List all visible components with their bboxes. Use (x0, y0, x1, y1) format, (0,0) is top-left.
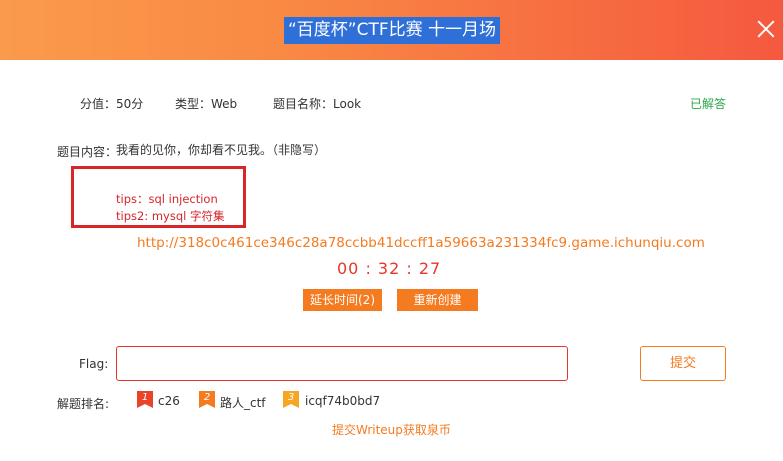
flag-label: Flag: (79, 357, 109, 371)
content-text: 我看的见你，你却看不见我。（非隐写） (116, 143, 327, 157)
rank-1-badge-icon: 1 (137, 391, 153, 408)
flag-input[interactable] (116, 346, 568, 381)
submit-flag-button[interactable]: 提交 (640, 346, 726, 381)
tip-sql-injection: tips：sql injection (116, 192, 218, 206)
tip-mysql-charset: tips2: mysql 字符集 (116, 209, 225, 223)
type-label: 类型：Web (175, 97, 238, 111)
score-label: 分值：50分 (80, 97, 144, 111)
rank-2-badge-icon: 2 (199, 391, 215, 408)
challenge-name-label: 题目名称：Look (273, 97, 362, 111)
rank-3-name: icqf74b0bd7 (305, 394, 381, 408)
extend-time-button[interactable]: 延长时间(2) (303, 289, 382, 311)
countdown-timer: 00 : 32 : 27 (337, 259, 442, 278)
page-title: “百度杯”CTF比赛 十一月场 (284, 17, 501, 44)
modal-header: “百度杯”CTF比赛 十一月场 (0, 0, 783, 60)
rank-1-name: c26 (158, 394, 180, 408)
submit-writeup-link[interactable]: 提交Writeup获取泉币 (332, 421, 451, 438)
solved-status-badge: 已解答 (690, 97, 727, 111)
rank-3-badge-icon: 3 (283, 391, 299, 408)
challenge-url-link[interactable]: http://318c0c461ce346c28a78ccbb41dccff1a… (137, 235, 705, 251)
content-label: 题目内容： (57, 145, 118, 159)
ranking-label: 解题排名: (57, 397, 110, 411)
recreate-button[interactable]: 重新创建 (397, 289, 478, 311)
rank-2-name: 路人_ctf (220, 396, 266, 410)
close-icon[interactable] (755, 18, 777, 40)
